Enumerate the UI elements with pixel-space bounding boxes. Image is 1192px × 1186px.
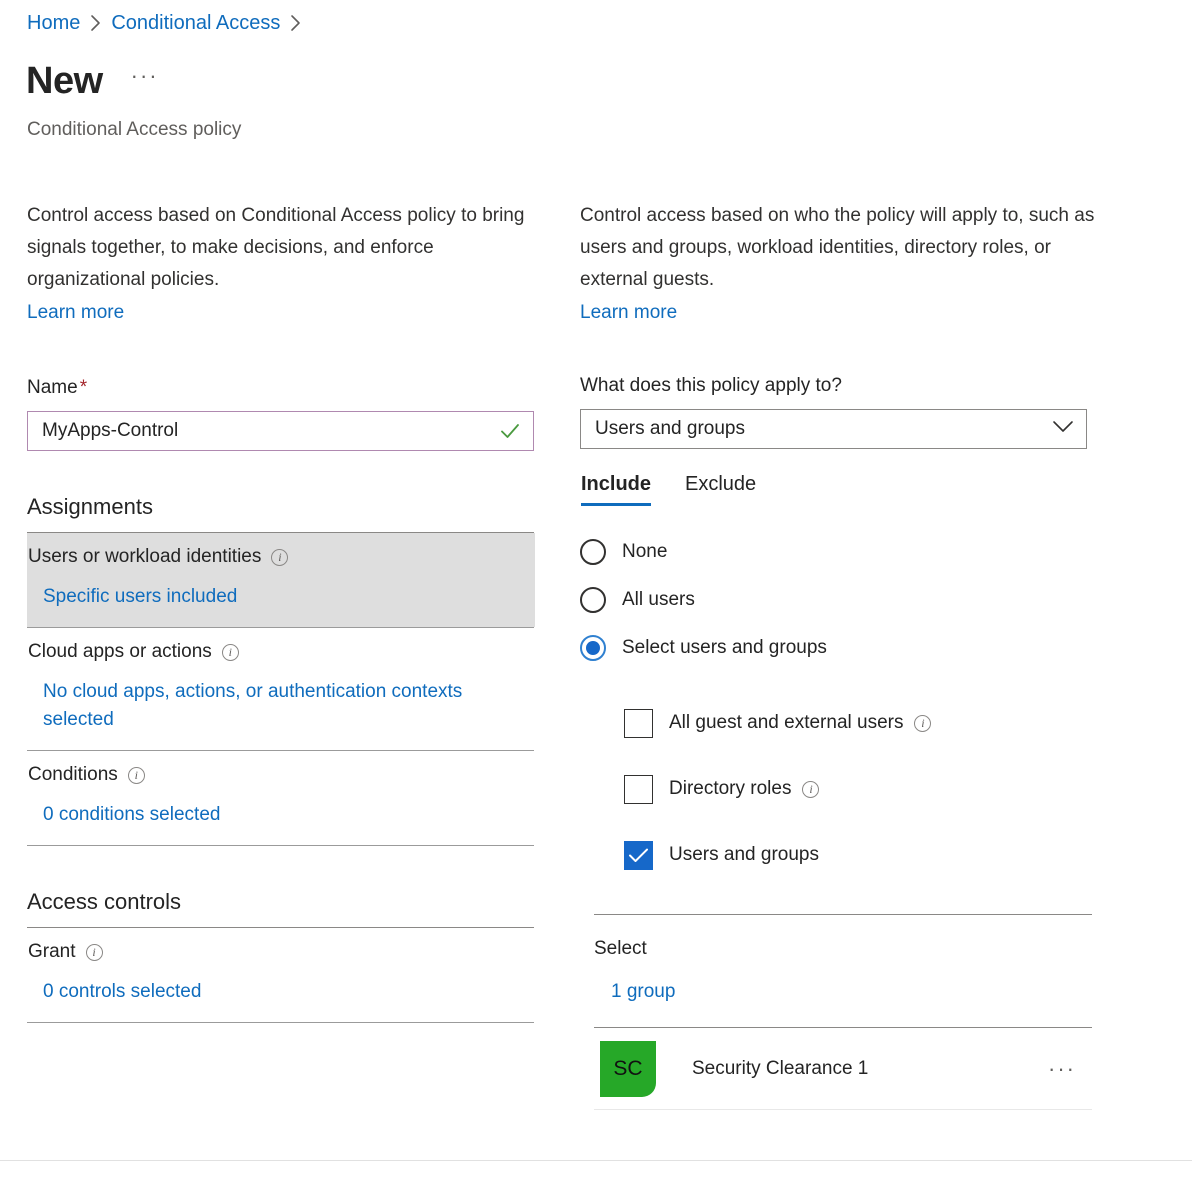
more-options-icon[interactable]: ··· [131, 65, 159, 96]
checkbox-label-wrap: All guest and external users i [669, 712, 932, 734]
checkbox-option-users-and-groups[interactable]: Users and groups [624, 822, 1100, 888]
tab-include[interactable]: Include [581, 471, 652, 506]
radio-icon-all-users[interactable] [580, 587, 606, 613]
scope-checkbox-group: All guest and external users i Directory… [624, 690, 1100, 888]
assignment-value-specific-users-included[interactable]: Specific users included [27, 583, 517, 611]
assignments-heading: Assignments [27, 494, 153, 519]
right-learn-more-link[interactable]: Learn more [580, 298, 677, 328]
checkbox-icon-users-and-groups[interactable] [624, 840, 653, 870]
include-exclude-tabs: Include Exclude [580, 471, 1100, 506]
name-label-text: Name [27, 377, 78, 398]
access-controls-heading: Access controls [27, 889, 182, 914]
breadcrumb: Home Conditional Access [27, 10, 311, 36]
radio-label-all-users: All users [622, 589, 695, 610]
assignment-title-text: Cloud apps or actions [28, 641, 212, 662]
radio-label-select-users-and-groups: Select users and groups [622, 637, 827, 658]
assignment-row-grant[interactable]: Grant i 0 controls selected [27, 928, 537, 1022]
checkbox-label-all-guest-and-external-users: All guest and external users [669, 712, 904, 733]
assignment-title-text: Grant [28, 941, 76, 962]
checkbox-option-all-guest-and-external-users[interactable]: All guest and external users i [624, 690, 1100, 756]
required-asterisk: * [79, 377, 88, 398]
radio-label-none: None [622, 541, 668, 562]
tab-exclude[interactable]: Exclude [685, 471, 756, 506]
assignment-value-no-cloud-apps-selected[interactable]: No cloud apps, actions, or authenticatio… [27, 678, 517, 734]
checkbox-label-wrap: Directory roles i [669, 778, 820, 800]
select-divider-top [594, 914, 1092, 915]
radio-option-select-users-and-groups[interactable]: Select users and groups [580, 624, 1100, 672]
assignment-row-title: Conditions i [27, 763, 537, 787]
chevron-right-icon-trailing [289, 14, 302, 32]
assignment-value-conditions-selected[interactable]: 0 conditions selected [27, 801, 517, 829]
breadcrumb-item-conditional-access[interactable]: Conditional Access [111, 10, 280, 36]
select-value-group-count[interactable]: 1 group [611, 979, 1100, 1005]
checkbox-label-directory-roles: Directory roles [669, 778, 792, 799]
assignment-value-controls-selected[interactable]: 0 controls selected [27, 978, 517, 1006]
page-title: New [26, 60, 103, 102]
left-description: Control access based on Conditional Acce… [27, 205, 525, 290]
page-title-row: New ··· [26, 58, 159, 104]
select-label: Select [594, 938, 647, 959]
apply-to-selected-value: Users and groups [595, 418, 745, 439]
avatar: SC [600, 1040, 656, 1097]
name-input[interactable] [28, 412, 533, 450]
apply-to-label: What does this policy apply to? [580, 375, 842, 396]
assignment-row-conditions[interactable]: Conditions i 0 conditions selected [27, 751, 537, 845]
checkbox-icon-directory-roles[interactable] [624, 774, 653, 804]
info-icon-users-or-workload-identities[interactable]: i [271, 548, 289, 566]
left-learn-more-link[interactable]: Learn more [27, 298, 124, 328]
assignments-divider-3 [27, 845, 534, 846]
info-icon-conditions[interactable]: i [127, 766, 145, 784]
assignment-title-text: Conditions [28, 764, 118, 785]
checkbox-label-wrap: Users and groups [669, 844, 819, 866]
name-field-label: Name * [27, 376, 537, 400]
radio-icon-none[interactable] [580, 539, 606, 565]
left-column: Control access based on Conditional Acce… [27, 200, 537, 1023]
valid-check-icon [499, 420, 521, 442]
info-icon-grant[interactable]: i [85, 943, 103, 961]
apply-to-dropdown[interactable]: Users and groups [580, 409, 1087, 449]
group-context-menu-icon[interactable]: ··· [1048, 1057, 1092, 1079]
page-bottom-divider [0, 1160, 1192, 1161]
assignment-row-users-or-workload-identities[interactable]: Users or workload identities i Specific … [27, 533, 535, 627]
assignment-row-title: Cloud apps or actions i [27, 640, 537, 664]
selected-group-name: Security Clearance 1 [692, 1057, 869, 1079]
chevron-down-icon [1052, 418, 1074, 440]
checkbox-icon-all-guest-and-external-users[interactable] [624, 708, 653, 738]
page-subtitle: Conditional Access policy [27, 119, 242, 140]
radio-option-none[interactable]: None [580, 528, 1100, 576]
right-description: Control access based on who the policy w… [580, 205, 1095, 290]
breadcrumb-item-home[interactable]: Home [27, 10, 80, 36]
assignment-row-title: Users or workload identities i [27, 545, 535, 569]
assignment-row-title: Grant i [27, 940, 537, 964]
selected-group-row[interactable]: SC Security Clearance 1 ··· [594, 1028, 1092, 1110]
checkbox-option-directory-roles[interactable]: Directory roles i [624, 756, 1100, 822]
radio-icon-select-users-and-groups[interactable] [580, 635, 606, 661]
radio-option-all-users[interactable]: All users [580, 576, 1100, 624]
scope-radio-group: None All users Select users and groups [580, 528, 1100, 672]
info-icon-directory-roles[interactable]: i [802, 780, 820, 798]
info-icon-all-guest-and-external-users[interactable]: i [914, 714, 932, 732]
name-input-wrapper[interactable] [27, 411, 534, 451]
info-icon-cloud-apps-or-actions[interactable]: i [221, 643, 239, 661]
chevron-right-icon [89, 14, 102, 32]
assignment-row-cloud-apps-or-actions[interactable]: Cloud apps or actions i No cloud apps, a… [27, 628, 537, 750]
right-column: Control access based on who the policy w… [580, 200, 1100, 1110]
assignment-title-text: Users or workload identities [28, 546, 262, 567]
access-controls-divider-1 [27, 1022, 534, 1023]
checkbox-label-users-and-groups: Users and groups [669, 844, 819, 865]
